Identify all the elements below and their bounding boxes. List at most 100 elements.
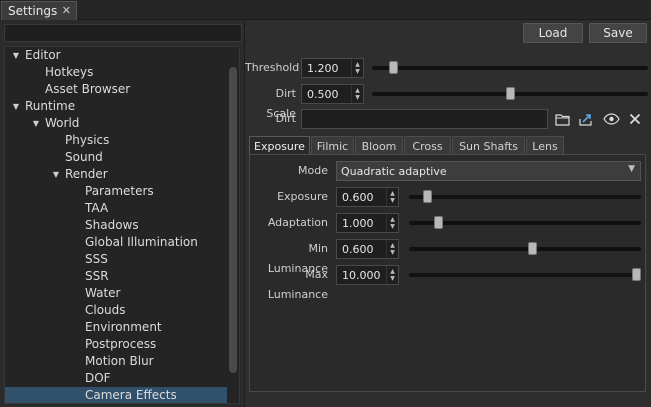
slider-track	[409, 195, 641, 199]
tab-settings[interactable]: Settings ✕	[1, 1, 77, 20]
tree-item-label: Motion Blur	[85, 354, 154, 368]
tree-item[interactable]: ▼ World	[5, 115, 227, 132]
tree-item-label: TAA	[85, 201, 109, 215]
mode-dropdown[interactable]: Quadratic adaptive ▼	[336, 161, 641, 181]
expand-arrow-icon[interactable]: ▼	[11, 98, 21, 115]
tree-item[interactable]: Postprocess	[5, 336, 227, 353]
tree-item[interactable]: Shadows	[5, 217, 227, 234]
tab-exposure[interactable]: Exposure	[249, 136, 310, 155]
slider-handle[interactable]	[389, 61, 398, 74]
tree-item[interactable]: ▼ Render	[5, 166, 227, 183]
min-luminance-spinbox[interactable]: 0.600 ▲ ▼	[336, 239, 399, 259]
eye-icon[interactable]	[602, 110, 620, 128]
tab-bloom[interactable]: Bloom	[355, 136, 403, 155]
tree-item[interactable]: SSR	[5, 268, 227, 285]
adaptation-value: 1.000	[342, 216, 374, 230]
expand-arrow-icon[interactable]: ▼	[51, 166, 61, 183]
tree-item-label: Water	[85, 286, 121, 300]
tree-item[interactable]: Parameters	[5, 183, 227, 200]
dirt-scale-spinbox[interactable]: 0.500 ▲ ▼	[301, 84, 364, 104]
tab-filmic[interactable]: Filmic	[311, 136, 354, 155]
tree-item-label: Postprocess	[85, 337, 157, 351]
tree-item[interactable]: Environment	[5, 319, 227, 336]
tree-item[interactable]: ▼ Editor	[5, 47, 227, 64]
tree-item-label: Render	[65, 167, 108, 181]
tree-item-label: Shadows	[85, 218, 139, 232]
threshold-slider[interactable]	[372, 61, 648, 75]
dirt-scale-value: 0.500	[307, 87, 339, 101]
spin-arrows-icon[interactable]: ▲ ▼	[351, 85, 363, 103]
tree-item[interactable]: SSS	[5, 251, 227, 268]
tree-scrollbar[interactable]	[229, 67, 237, 373]
tree-item-label: Clouds	[85, 303, 126, 317]
settings-sidebar: ▼ Editor Hotkeys Asset Browser ▼ Runtime ▼ Worl…	[0, 20, 244, 407]
tree-item-label: Environment	[85, 320, 162, 334]
dirt-scale-slider[interactable]	[372, 87, 648, 101]
slider-handle[interactable]	[632, 268, 641, 281]
spin-arrows-icon[interactable]: ▲ ▼	[351, 59, 363, 77]
tree-item[interactable]: DOF	[5, 370, 227, 387]
tree-item-label: SSR	[85, 269, 109, 283]
tree-item[interactable]: Water	[5, 285, 227, 302]
tree-item-label: Global Illumination	[85, 235, 198, 249]
mode-value: Quadratic adaptive	[341, 164, 447, 178]
tree-item-label: Runtime	[25, 99, 76, 113]
slider-handle[interactable]	[528, 242, 537, 255]
tree-item[interactable]: Sound	[5, 149, 227, 166]
adaptation-spinbox[interactable]: 1.000 ▲ ▼	[336, 213, 399, 233]
tree-item[interactable]: Clouds	[5, 302, 227, 319]
slider-handle[interactable]	[423, 190, 432, 203]
threshold-spinbox[interactable]: 1.200 ▲ ▼	[301, 58, 364, 78]
min-luminance-slider[interactable]	[409, 242, 641, 256]
tab-sun-shafts[interactable]: Sun Shafts	[452, 136, 525, 155]
slider-track	[409, 273, 641, 277]
max-luminance-slider[interactable]	[409, 268, 641, 282]
folder-icon[interactable]	[553, 110, 571, 128]
load-button[interactable]: Load	[523, 23, 583, 43]
slider-handle[interactable]	[506, 87, 515, 100]
tree-item-label: DOF	[85, 371, 111, 385]
exposure-slider[interactable]	[409, 190, 641, 204]
max-luminance-label: Max Luminance	[267, 268, 328, 301]
tree-item[interactable]: Hotkeys	[5, 64, 227, 81]
settings-tree: ▼ Editor Hotkeys Asset Browser ▼ Runtime ▼ Worl…	[4, 46, 240, 404]
search-input[interactable]	[4, 24, 242, 42]
tree-item-label: Hotkeys	[45, 65, 94, 79]
slider-track	[372, 66, 648, 70]
spin-arrows-icon[interactable]: ▲ ▼	[386, 240, 398, 258]
exposure-label: Exposure	[277, 190, 328, 203]
close-icon[interactable]: ✕	[62, 4, 71, 17]
tree-item-label: Physics	[65, 133, 110, 147]
tree-item[interactable]: Physics	[5, 132, 227, 149]
slider-track	[409, 247, 641, 251]
min-luminance-label: Min Luminance	[267, 242, 328, 275]
slider-handle[interactable]	[434, 216, 443, 229]
tree-item-label: SSS	[85, 252, 108, 266]
close-icon[interactable]	[626, 110, 644, 128]
dirt-texture-field[interactable]	[301, 109, 548, 129]
tab-cross[interactable]: Cross	[404, 136, 451, 155]
spin-arrows-icon[interactable]: ▲ ▼	[386, 214, 398, 232]
expand-arrow-icon[interactable]: ▼	[11, 47, 21, 64]
spin-arrows-icon[interactable]: ▲ ▼	[386, 188, 398, 206]
tree-item[interactable]: Motion Blur	[5, 353, 227, 370]
tab-lens[interactable]: Lens	[526, 136, 564, 155]
tree-item[interactable]: ▼ Runtime	[5, 98, 227, 115]
max-luminance-spinbox[interactable]: 10.000 ▲ ▼	[336, 265, 399, 285]
threshold-label: Threshold	[245, 61, 300, 74]
tree-item[interactable]: Camera Effects	[5, 387, 227, 403]
tree-item[interactable]: Asset Browser	[5, 81, 227, 98]
document-tab-bar: Settings ✕	[0, 0, 651, 20]
exposure-panel: Mode Quadratic adaptive ▼ Exposure 0.600…	[249, 154, 646, 392]
adaptation-slider[interactable]	[409, 216, 641, 230]
tree-item-label: Parameters	[85, 184, 154, 198]
dirt-scale-label: Dirt Scale	[266, 87, 296, 120]
tree-item[interactable]: Global Illumination	[5, 234, 227, 251]
expand-arrow-icon[interactable]: ▼	[31, 115, 41, 132]
save-button[interactable]: Save	[589, 23, 647, 43]
exposure-spinbox[interactable]: 0.600 ▲ ▼	[336, 187, 399, 207]
spin-arrows-icon[interactable]: ▲ ▼	[386, 266, 398, 284]
export-icon[interactable]	[577, 110, 595, 128]
tree-item[interactable]: TAA	[5, 200, 227, 217]
tree-item-label: World	[45, 116, 80, 130]
